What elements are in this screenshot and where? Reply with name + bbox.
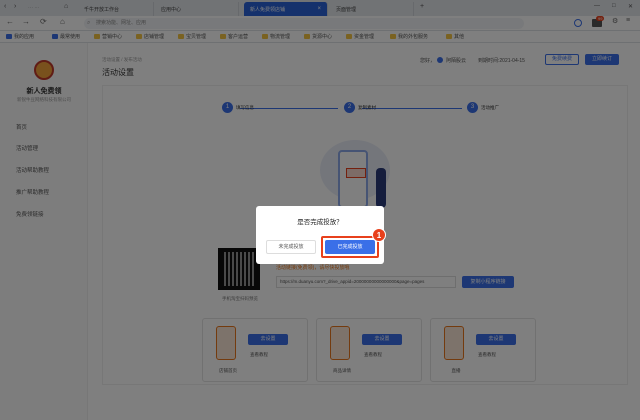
highlight-box — [321, 236, 379, 258]
step-annotation-badge: 1 — [372, 228, 386, 242]
not-complete-button[interactable]: 未完成投放 — [266, 240, 316, 254]
dialog-title: 是否完成投放？ — [297, 219, 343, 226]
